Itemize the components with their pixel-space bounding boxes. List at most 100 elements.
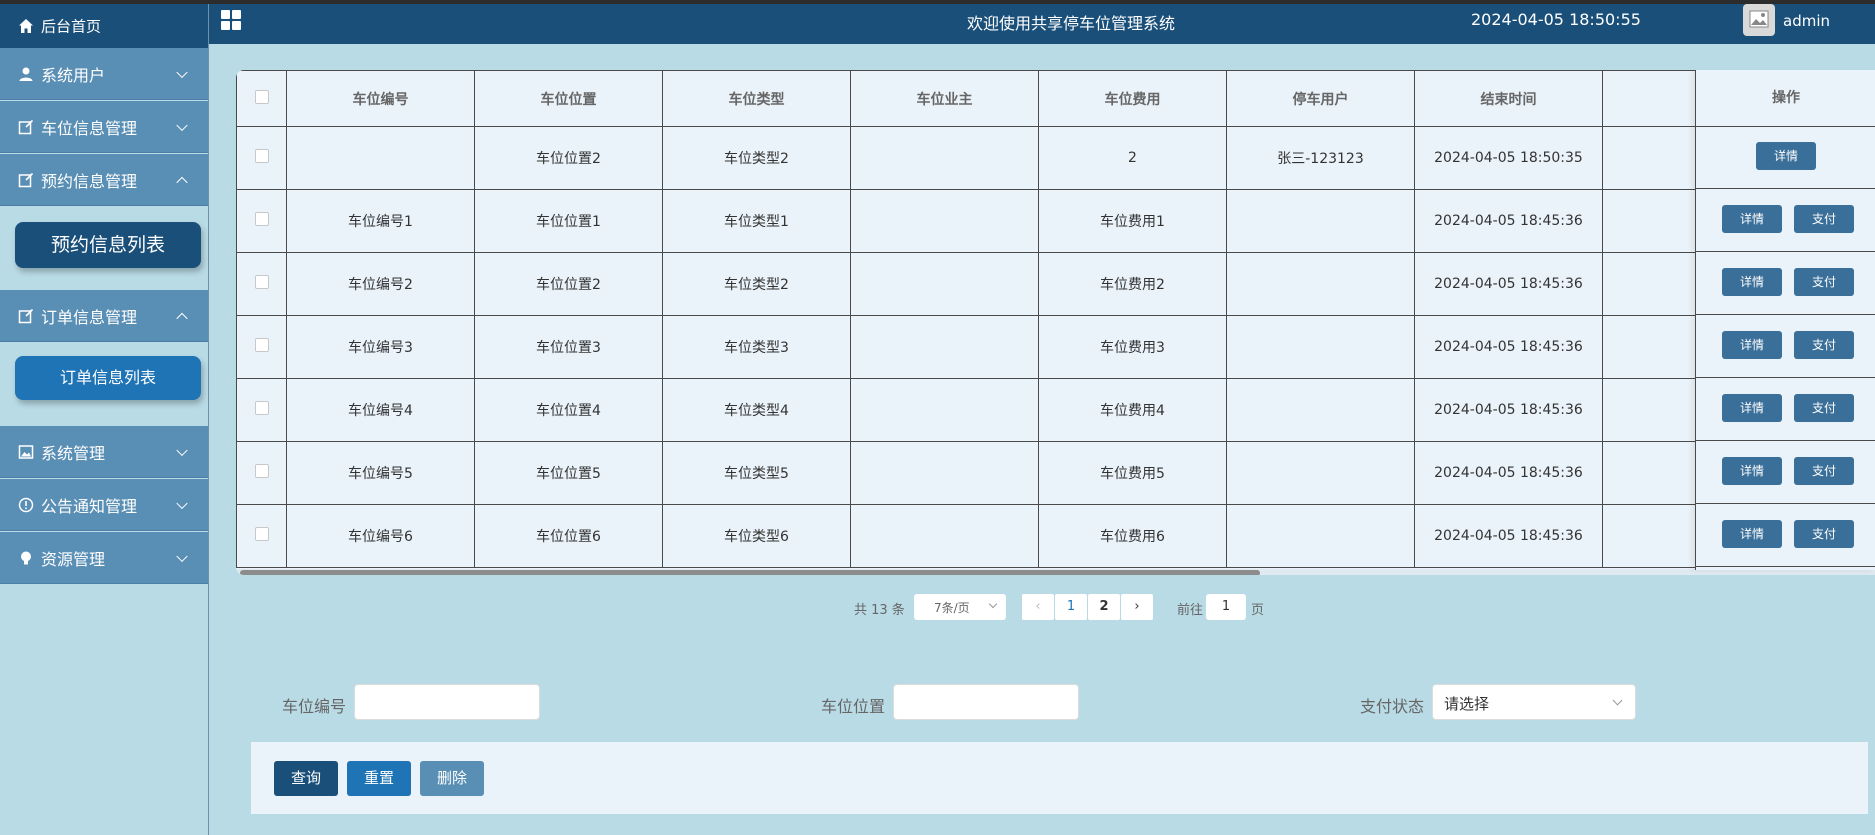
query-button[interactable]: 查询	[274, 761, 338, 796]
sidebar-item-system-manage[interactable]: 系统管理	[0, 426, 208, 478]
sidebar-item-label: 公告通知管理	[41, 496, 138, 516]
table-cell	[850, 315, 1039, 379]
pay-button[interactable]: 支付	[1794, 457, 1854, 485]
horizontal-scrollbar[interactable]	[240, 570, 1260, 575]
menu-grid-icon[interactable]	[221, 10, 243, 32]
row-select-cell[interactable]	[236, 504, 287, 568]
ops-row: 详情 支付	[1696, 378, 1875, 441]
row-select-cell[interactable]	[236, 126, 287, 190]
avatar[interactable]	[1743, 4, 1775, 36]
space-no-input[interactable]	[354, 684, 540, 720]
table-cell: 车位位置6	[474, 504, 663, 568]
sidebar-item-home[interactable]: 后台首页	[0, 4, 208, 48]
detail-button[interactable]: 详情	[1722, 331, 1782, 359]
sidebar-item-label: 系统用户	[41, 65, 106, 85]
sidebar-item-space-info[interactable]: 车位信息管理	[0, 101, 208, 153]
edit-box-icon	[18, 308, 34, 323]
chevron-down-icon	[176, 497, 188, 509]
reset-button[interactable]: 重置	[347, 761, 411, 796]
table-cell: 2024-04-05 18:45:36	[1414, 315, 1603, 379]
goto-page-input[interactable]: 1	[1206, 594, 1246, 620]
column-header: 车位费用	[1038, 70, 1227, 127]
pay-button[interactable]: 支付	[1794, 268, 1854, 296]
row-checkbox[interactable]	[254, 401, 269, 415]
row-checkbox[interactable]	[254, 275, 269, 289]
row-select-cell[interactable]	[236, 378, 287, 442]
sidebar-item-order-info[interactable]: 订单信息管理	[0, 290, 208, 342]
select-all-cell[interactable]	[236, 70, 287, 127]
row-select-cell[interactable]	[236, 441, 287, 505]
table-cell: 2024-04-05 18:45:36	[1414, 252, 1603, 316]
row-checkbox[interactable]	[254, 212, 269, 226]
table-cell	[1226, 252, 1415, 316]
sidebar-sub-reservation-list[interactable]: 预约信息列表	[15, 222, 201, 268]
detail-button[interactable]: 详情	[1722, 457, 1782, 485]
ops-row: 详情 支付	[1696, 315, 1875, 378]
row-select-cell[interactable]	[236, 189, 287, 253]
row-checkbox[interactable]	[254, 527, 269, 541]
select-all-checkbox[interactable]	[254, 89, 269, 104]
pay-button[interactable]: 支付	[1794, 205, 1854, 233]
table-cell: 车位类型5	[662, 441, 851, 505]
table-cell: 车位费用2	[1038, 252, 1227, 316]
prev-page-button[interactable]: ‹	[1022, 594, 1054, 620]
sidebar-item-resource[interactable]: 资源管理	[0, 532, 208, 584]
table-row: 车位编号3车位位置3车位类型3车位费用32024-04-05 18:45:363	[236, 315, 1791, 379]
username[interactable]: admin	[1783, 12, 1830, 30]
sidebar-submenu-order: 订单信息列表	[0, 342, 208, 426]
detail-button[interactable]: 详情	[1722, 268, 1782, 296]
column-header: 停车用户	[1226, 70, 1415, 127]
row-checkbox[interactable]	[254, 338, 269, 352]
chevron-down-icon	[176, 550, 188, 562]
detail-button[interactable]: 详情	[1722, 205, 1782, 233]
chevron-down-icon	[176, 444, 188, 456]
home-icon	[19, 19, 33, 33]
data-table: 车位编号 车位位置 车位类型 车位业主 车位费用 停车用户 结束时间 停车 车位…	[236, 70, 1791, 568]
sidebar-sub-order-list[interactable]: 订单信息列表	[15, 356, 201, 400]
row-select-cell[interactable]	[236, 315, 287, 379]
pay-button[interactable]: 支付	[1794, 331, 1854, 359]
table-cell: 2024-04-05 18:45:36	[1414, 189, 1603, 253]
table-row: 车位编号6车位位置6车位类型6车位费用62024-04-05 18:45:366	[236, 504, 1791, 568]
top-border	[0, 0, 1875, 4]
page-number-1[interactable]: 1	[1055, 594, 1087, 620]
column-header: 结束时间	[1414, 70, 1603, 127]
row-checkbox[interactable]	[254, 149, 269, 163]
sidebar-item-home-label: 后台首页	[41, 17, 102, 36]
pay-status-select[interactable]: 请选择	[1432, 684, 1636, 720]
column-header: 车位业主	[850, 70, 1039, 127]
edit-box-icon	[18, 119, 34, 134]
detail-button[interactable]: 详情	[1756, 142, 1816, 170]
table-cell: 2024-04-05 18:45:36	[1414, 378, 1603, 442]
row-select-cell[interactable]	[236, 252, 287, 316]
table-cell: 车位编号6	[286, 504, 475, 568]
pay-button[interactable]: 支付	[1794, 394, 1854, 422]
sidebar-item-announcement[interactable]: 公告通知管理	[0, 479, 208, 531]
table-cell: 车位编号4	[286, 378, 475, 442]
row-checkbox[interactable]	[254, 464, 269, 478]
sidebar-item-reservation-info[interactable]: 预约信息管理	[0, 154, 208, 206]
detail-button[interactable]: 详情	[1722, 520, 1782, 548]
table-cell: 车位编号2	[286, 252, 475, 316]
operations-column: 操作 详情 详情 支付 详情 支付 详情 支付 详情 支付 详情 支付 详情 支付	[1695, 70, 1875, 570]
detail-button[interactable]: 详情	[1722, 394, 1782, 422]
pay-button[interactable]: 支付	[1794, 520, 1854, 548]
page-number-2[interactable]: 2	[1088, 594, 1120, 620]
table-cell	[850, 441, 1039, 505]
table-cell: 车位费用4	[1038, 378, 1227, 442]
pay-status-label: 支付状态	[1360, 697, 1425, 716]
chevron-up-icon	[176, 312, 188, 324]
edit-box-icon	[18, 172, 34, 187]
space-location-input[interactable]	[893, 684, 1079, 720]
goto-unit-label: 页	[1251, 603, 1265, 618]
info-circle-icon	[18, 497, 34, 512]
sidebar-item-label: 系统管理	[41, 443, 106, 463]
pay-status-value: 请选择	[1444, 695, 1490, 713]
sidebar-item-system-users[interactable]: 系统用户	[0, 48, 208, 100]
delete-button[interactable]: 删除	[420, 761, 484, 796]
table-cell	[850, 189, 1039, 253]
page-size-select[interactable]: 7条/页	[914, 594, 1006, 620]
table-cell: 车位费用6	[1038, 504, 1227, 568]
table-cell	[850, 252, 1039, 316]
next-page-button[interactable]: ›	[1121, 594, 1153, 620]
